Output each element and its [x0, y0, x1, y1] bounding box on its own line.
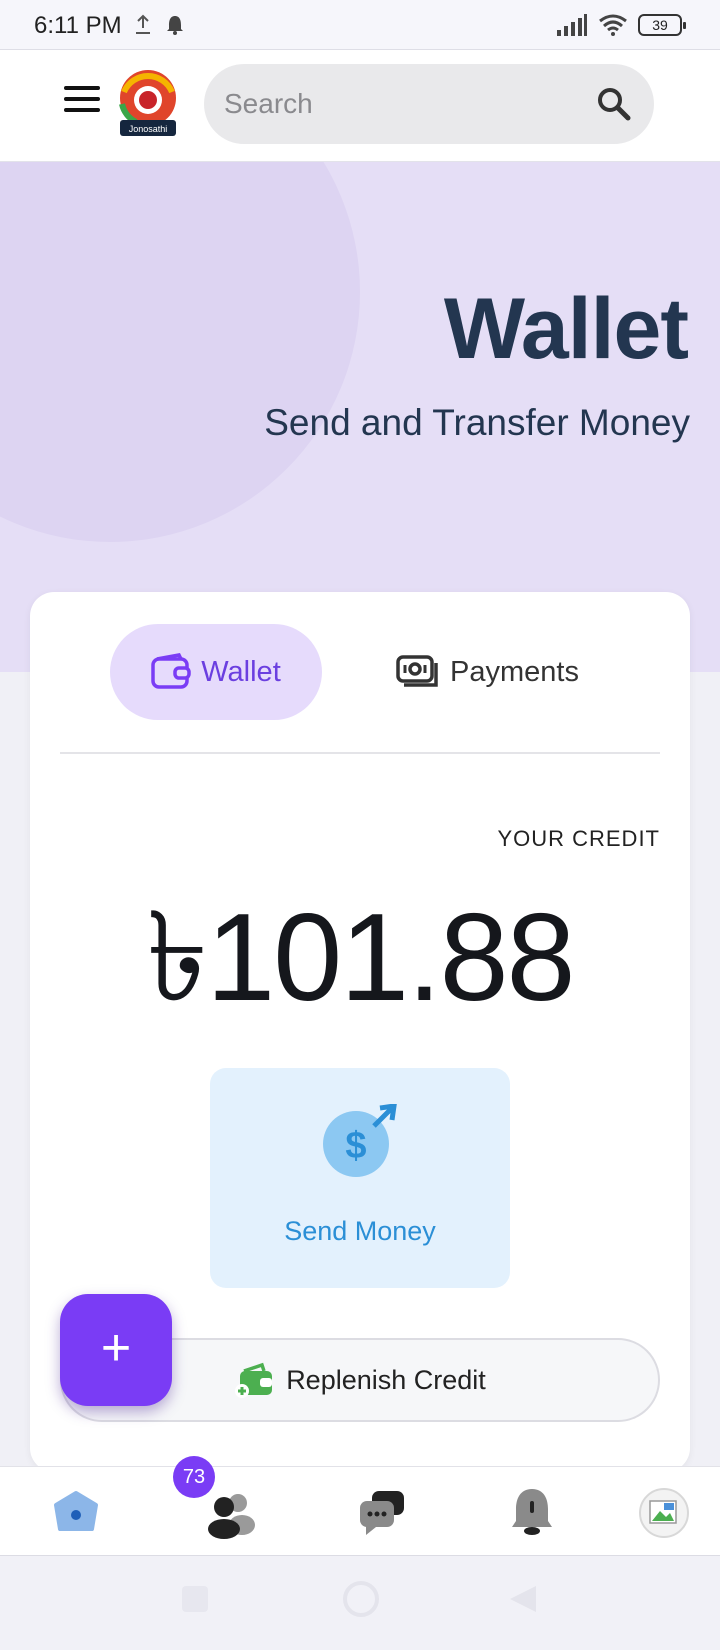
- add-fab-button[interactable]: +: [60, 1294, 172, 1406]
- send-money-label: Send Money: [284, 1216, 436, 1246]
- page-subtitle: Send and Transfer Money: [264, 402, 690, 443]
- tab-label-payments: Payments: [450, 655, 579, 688]
- app-header: Jonosathi: [0, 50, 720, 162]
- upload-icon: [136, 14, 150, 34]
- home-icon[interactable]: [46, 1485, 106, 1541]
- tab-wallet[interactable]: Wallet: [110, 624, 322, 720]
- wifi-icon: [599, 14, 627, 36]
- credit-amount: ৳101.88: [146, 889, 575, 1027]
- people-badge: 73: [173, 1456, 215, 1498]
- signal-icon: [557, 14, 587, 36]
- avatar[interactable]: [634, 1485, 694, 1541]
- search-box[interactable]: [204, 64, 654, 144]
- bottom-navigation: [0, 1466, 720, 1556]
- home-circle-icon[interactable]: [342, 1580, 380, 1618]
- logo-text: Jonosathi: [129, 124, 168, 134]
- replenish-wallet-icon: [235, 1362, 273, 1398]
- menu-button[interactable]: [64, 86, 102, 118]
- search-icon[interactable]: [594, 84, 634, 124]
- status-bar: 6:11 PM 39: [0, 0, 720, 50]
- people-icon[interactable]: [200, 1485, 260, 1541]
- chat-icon[interactable]: [352, 1485, 412, 1541]
- send-money-button[interactable]: $ Send Money: [210, 1068, 510, 1288]
- wallet-icon: [151, 653, 191, 689]
- tab-divider: [60, 752, 660, 754]
- svg-text:$: $: [345, 1125, 366, 1167]
- payments-icon: [396, 655, 438, 687]
- search-input[interactable]: [224, 82, 564, 126]
- system-navigation-bar: [0, 1556, 720, 1650]
- credit-label: YOUR CREDIT: [497, 826, 660, 851]
- send-money-icon: $: [323, 1104, 397, 1177]
- plus-icon: +: [100, 1319, 132, 1377]
- replenish-credit-label: Replenish Credit: [286, 1364, 486, 1395]
- page-title: Wallet: [443, 281, 689, 377]
- tab-payments[interactable]: Payments: [396, 624, 596, 720]
- recent-apps-icon[interactable]: [180, 1584, 210, 1614]
- notification-bell-icon: [167, 16, 183, 35]
- back-icon[interactable]: [508, 1584, 538, 1614]
- battery-indicator: 39: [638, 14, 686, 36]
- hero-decoration: [0, 162, 360, 542]
- bell-icon[interactable]: [502, 1485, 562, 1541]
- tab-label-wallet: Wallet: [201, 655, 281, 688]
- app-logo[interactable]: Jonosathi: [116, 68, 180, 138]
- status-time: 6:11 PM: [34, 12, 122, 39]
